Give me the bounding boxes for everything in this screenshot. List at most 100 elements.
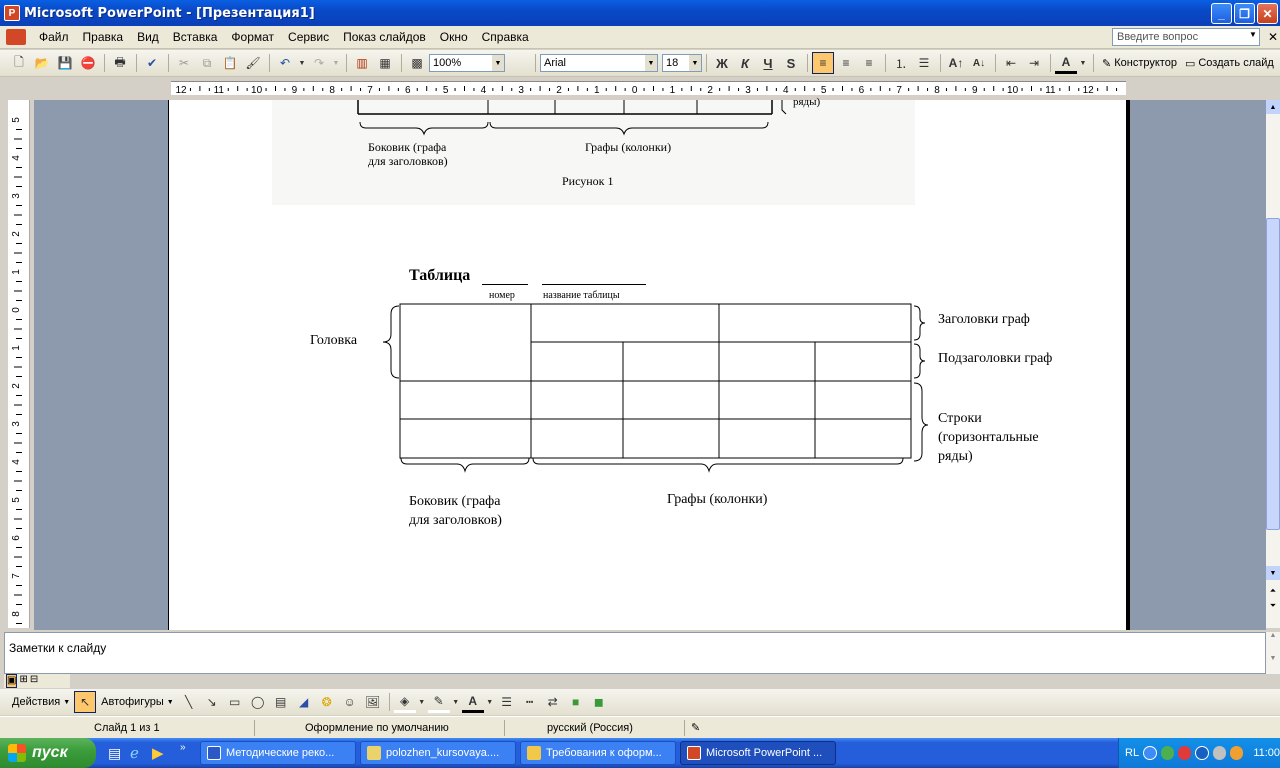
insert-table-icon[interactable]: ▦ [374,52,396,74]
task-folder[interactable]: Требования к оформ... [520,741,676,765]
new-slide-button[interactable]: ▭ Создать слайд [1181,57,1278,70]
arrow-icon[interactable]: ↘ [201,691,223,713]
line-color-dropdown-icon[interactable]: ▼ [451,691,461,713]
close-document-icon[interactable]: ✕ [1268,30,1278,44]
maximize-button[interactable]: ❐ [1234,3,1255,24]
decrease-font-icon[interactable]: A↓ [968,52,990,74]
zoom-select[interactable]: 100% ▼ [429,54,505,72]
next-slide-icon[interactable]: ⏷ [1266,599,1280,613]
insert-chart-icon[interactable]: ▥ [351,52,373,74]
increase-font-icon[interactable]: A↑ [945,52,967,74]
textbox-icon[interactable]: ▤ [270,691,292,713]
update-icon[interactable] [1229,746,1244,760]
fill-color-icon[interactable]: ◈ [393,691,416,713]
designer-button[interactable]: ✎ Конструктор [1098,57,1181,70]
save-icon[interactable]: 💾 [54,52,76,74]
rectangle-icon[interactable]: ▭ [224,691,246,713]
undo-dropdown-icon[interactable]: ▼ [297,52,307,74]
volume-icon[interactable] [1212,746,1226,760]
font-size-select[interactable]: 18 ▼ [662,54,702,72]
copy-icon[interactable]: ⧉ [196,52,218,74]
scroll-down-icon[interactable]: ▼ [1266,566,1280,580]
shadow-button[interactable]: S [780,52,802,74]
line-style-icon[interactable]: ☰ [496,691,518,713]
wordart-icon[interactable]: ◢ [293,691,315,713]
diagram-icon[interactable]: ❂ [316,691,338,713]
internet-explorer-icon[interactable]: ℯ [130,744,139,762]
menu-slideshow[interactable]: Показ слайдов [336,30,433,44]
scroll-up-icon[interactable]: ▲ [1266,632,1280,639]
document-icon[interactable] [6,29,26,45]
menu-file[interactable]: Файл [32,30,76,44]
menu-help[interactable]: Справка [475,30,536,44]
decrease-indent-icon[interactable]: ⇤ [1000,52,1022,74]
permission-icon[interactable]: ⛔ [77,52,99,74]
cut-icon[interactable]: ✂ [173,52,195,74]
dash-style-icon[interactable]: ┅ [519,691,541,713]
align-left-icon[interactable]: ≡ [812,52,834,74]
close-button[interactable]: ✕ [1257,3,1278,24]
undo-icon[interactable]: ↶ [274,52,296,74]
slideshow-view-icon[interactable]: ⊟ [30,674,38,688]
menu-tools[interactable]: Сервис [281,30,336,44]
spelling-icon[interactable]: ✔ [141,52,163,74]
task-word[interactable]: Методические реко... [200,741,356,765]
vertical-scrollbar[interactable]: ▲ ▼ ⏶ ⏷ [1266,100,1280,628]
network-icon[interactable] [1160,746,1174,760]
clipart-icon[interactable]: ☺ [339,691,361,713]
task-search[interactable]: polozhen_kursovaya.... [360,741,516,765]
bluetooth-icon[interactable] [1195,746,1209,760]
menu-window[interactable]: Окно [433,30,475,44]
actions-menu[interactable]: Действия ▼ [8,696,74,708]
previous-slide-icon[interactable]: ⏶ [1266,584,1280,598]
antivirus-icon[interactable] [1177,746,1192,760]
menu-insert[interactable]: Вставка [166,30,225,44]
font-select[interactable]: Arial ▼ [540,54,658,72]
select-pointer-icon[interactable]: ↖ [74,691,97,713]
notes-scrollbar[interactable]: ▲ ▼ [1266,632,1280,674]
arrow-style-icon[interactable]: ⇄ [542,691,564,713]
quicklaunch-more-icon[interactable]: » [180,742,186,753]
tray-back-icon[interactable] [1143,746,1157,760]
scroll-down-icon[interactable]: ▼ [1266,655,1280,662]
horizontal-ruler[interactable]: 12 11 10 9 8 7 6 5 4 3 2 1 0 1 2 3 4 5 6 7 8 9 10 11 12 [168,78,1130,98]
underline-button[interactable]: Ч [757,52,779,74]
align-right-icon[interactable]: ≡ [858,52,880,74]
line-color-icon[interactable]: ✎ [427,691,450,713]
align-center-icon[interactable]: ≡ [835,52,857,74]
oval-icon[interactable]: ◯ [247,691,269,713]
new-icon[interactable]: 🗋 [8,52,30,74]
show-desktop-icon[interactable]: ▤ [108,745,121,762]
slide-sorter-icon[interactable]: ⊞ [19,674,27,688]
menu-format[interactable]: Формат [224,30,281,44]
menu-edit[interactable]: Правка [76,30,131,44]
notes-pane[interactable]: Заметки к слайду [4,632,1266,674]
minimize-button[interactable]: _ [1211,3,1232,24]
ask-dropdown-icon[interactable]: ▼ [1249,30,1257,39]
vertical-ruler[interactable]: 5 4 3 2 1 0 1 2 3 4 5 6 7 8 [8,100,30,628]
media-player-icon[interactable]: ▶ [152,744,164,762]
increase-indent-icon[interactable]: ⇥ [1023,52,1045,74]
paste-icon[interactable]: 📋 [219,52,241,74]
font-color-dropdown-icon[interactable]: ▼ [1078,52,1088,74]
task-powerpoint[interactable]: Microsoft PowerPoint ... [680,741,836,765]
ask-question-input[interactable]: Введите вопрос [1112,28,1260,46]
text-color-dropdown-icon[interactable]: ▼ [485,691,495,713]
autoshapes-menu[interactable]: Автофигуры ▼ [97,696,178,708]
print-icon[interactable]: 🖶 [109,52,131,74]
start-button[interactable]: пуск [0,738,96,768]
bulleted-list-icon[interactable]: ☰ [913,52,935,74]
format-painter-icon[interactable]: 🖌 [242,52,264,74]
font-color-icon[interactable]: A [1055,52,1077,74]
redo-dropdown-icon[interactable]: ▼ [331,52,341,74]
bold-button[interactable]: Ж [711,52,733,74]
fill-dropdown-icon[interactable]: ▼ [417,691,427,713]
text-color-icon[interactable]: A [461,691,484,713]
scroll-thumb[interactable] [1266,218,1280,530]
spelling-status-icon[interactable]: ✎ [684,720,714,736]
menu-view[interactable]: Вид [130,30,166,44]
3d-style-icon[interactable]: ◼ [588,691,610,713]
language-indicator[interactable]: RL [1125,747,1139,759]
redo-icon[interactable]: ↷ [308,52,330,74]
powerpoint-app-icon[interactable]: P [4,5,20,21]
